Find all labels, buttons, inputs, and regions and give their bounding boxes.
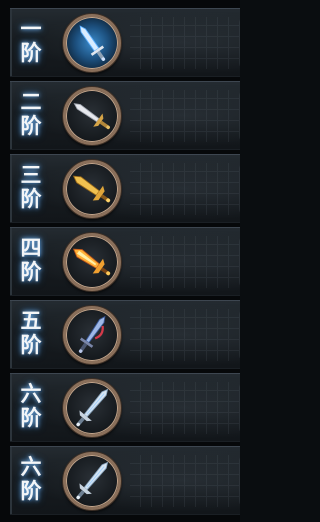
tier-label-suffix: 阶 — [20, 113, 42, 138]
tier-row-5[interactable]: 五 阶 — [10, 300, 240, 369]
tier-label-suffix: 阶 — [20, 405, 42, 430]
tier-label-number: 六 — [20, 381, 42, 406]
tier-label-suffix: 阶 — [20, 478, 42, 503]
weapon-slot-2[interactable] — [63, 87, 121, 145]
tier-label-suffix: 阶 — [20, 186, 42, 211]
tier-row-4[interactable]: 四 阶 — [10, 227, 240, 296]
tier-label-6: 六 阶 — [16, 382, 46, 430]
sword-gold-icon — [72, 175, 111, 203]
tier-label-suffix: 阶 — [20, 332, 42, 357]
weapon-slot-7[interactable] — [63, 452, 121, 510]
tier-label-number: 二 — [20, 89, 42, 114]
weapon-slot-6[interactable] — [63, 379, 121, 437]
weapon-slot-4[interactable] — [63, 233, 121, 291]
tier-row-2[interactable]: 二 阶 — [10, 81, 240, 150]
tier-label-number: 三 — [20, 162, 42, 187]
sword-silver-long-icon — [76, 461, 109, 500]
weapon-slot-5[interactable] — [63, 306, 121, 364]
sword-silver-long-icon — [76, 388, 109, 427]
tier-label-2: 二 阶 — [16, 90, 46, 138]
tier-label-number: 六 — [20, 454, 42, 479]
tier-row-3[interactable]: 三 阶 — [10, 154, 240, 223]
tier-label-number: 四 — [20, 235, 42, 260]
tier-label-number: 五 — [20, 308, 42, 333]
weapon-slot-1[interactable] — [63, 14, 121, 72]
sword-blue-red-icon — [78, 315, 106, 353]
tier-label-suffix: 阶 — [20, 259, 42, 284]
tier-row-7[interactable]: 六 阶 — [10, 446, 240, 515]
tier-row-6[interactable]: 六 阶 — [10, 373, 240, 442]
tier-row-1[interactable]: 一 阶 — [10, 8, 240, 77]
sword-blue-icon — [79, 25, 106, 61]
tier-label-3: 三 阶 — [16, 163, 46, 211]
tier-label-number: 一 — [20, 16, 42, 41]
tier-label-1: 一 阶 — [16, 17, 46, 65]
tier-label-5: 五 阶 — [16, 309, 46, 357]
tier-label-7: 六 阶 — [16, 455, 46, 503]
tier-label-suffix: 阶 — [20, 40, 42, 65]
weapon-tier-list: 一 阶 二 阶 三 阶 四 阶 五 阶 六 阶 六 阶 — [0, 0, 240, 522]
sword-flame-gold-icon — [72, 248, 111, 276]
sword-silver-gold-icon — [73, 103, 110, 130]
weapon-slot-3[interactable] — [63, 160, 121, 218]
tier-label-4: 四 阶 — [16, 236, 46, 284]
